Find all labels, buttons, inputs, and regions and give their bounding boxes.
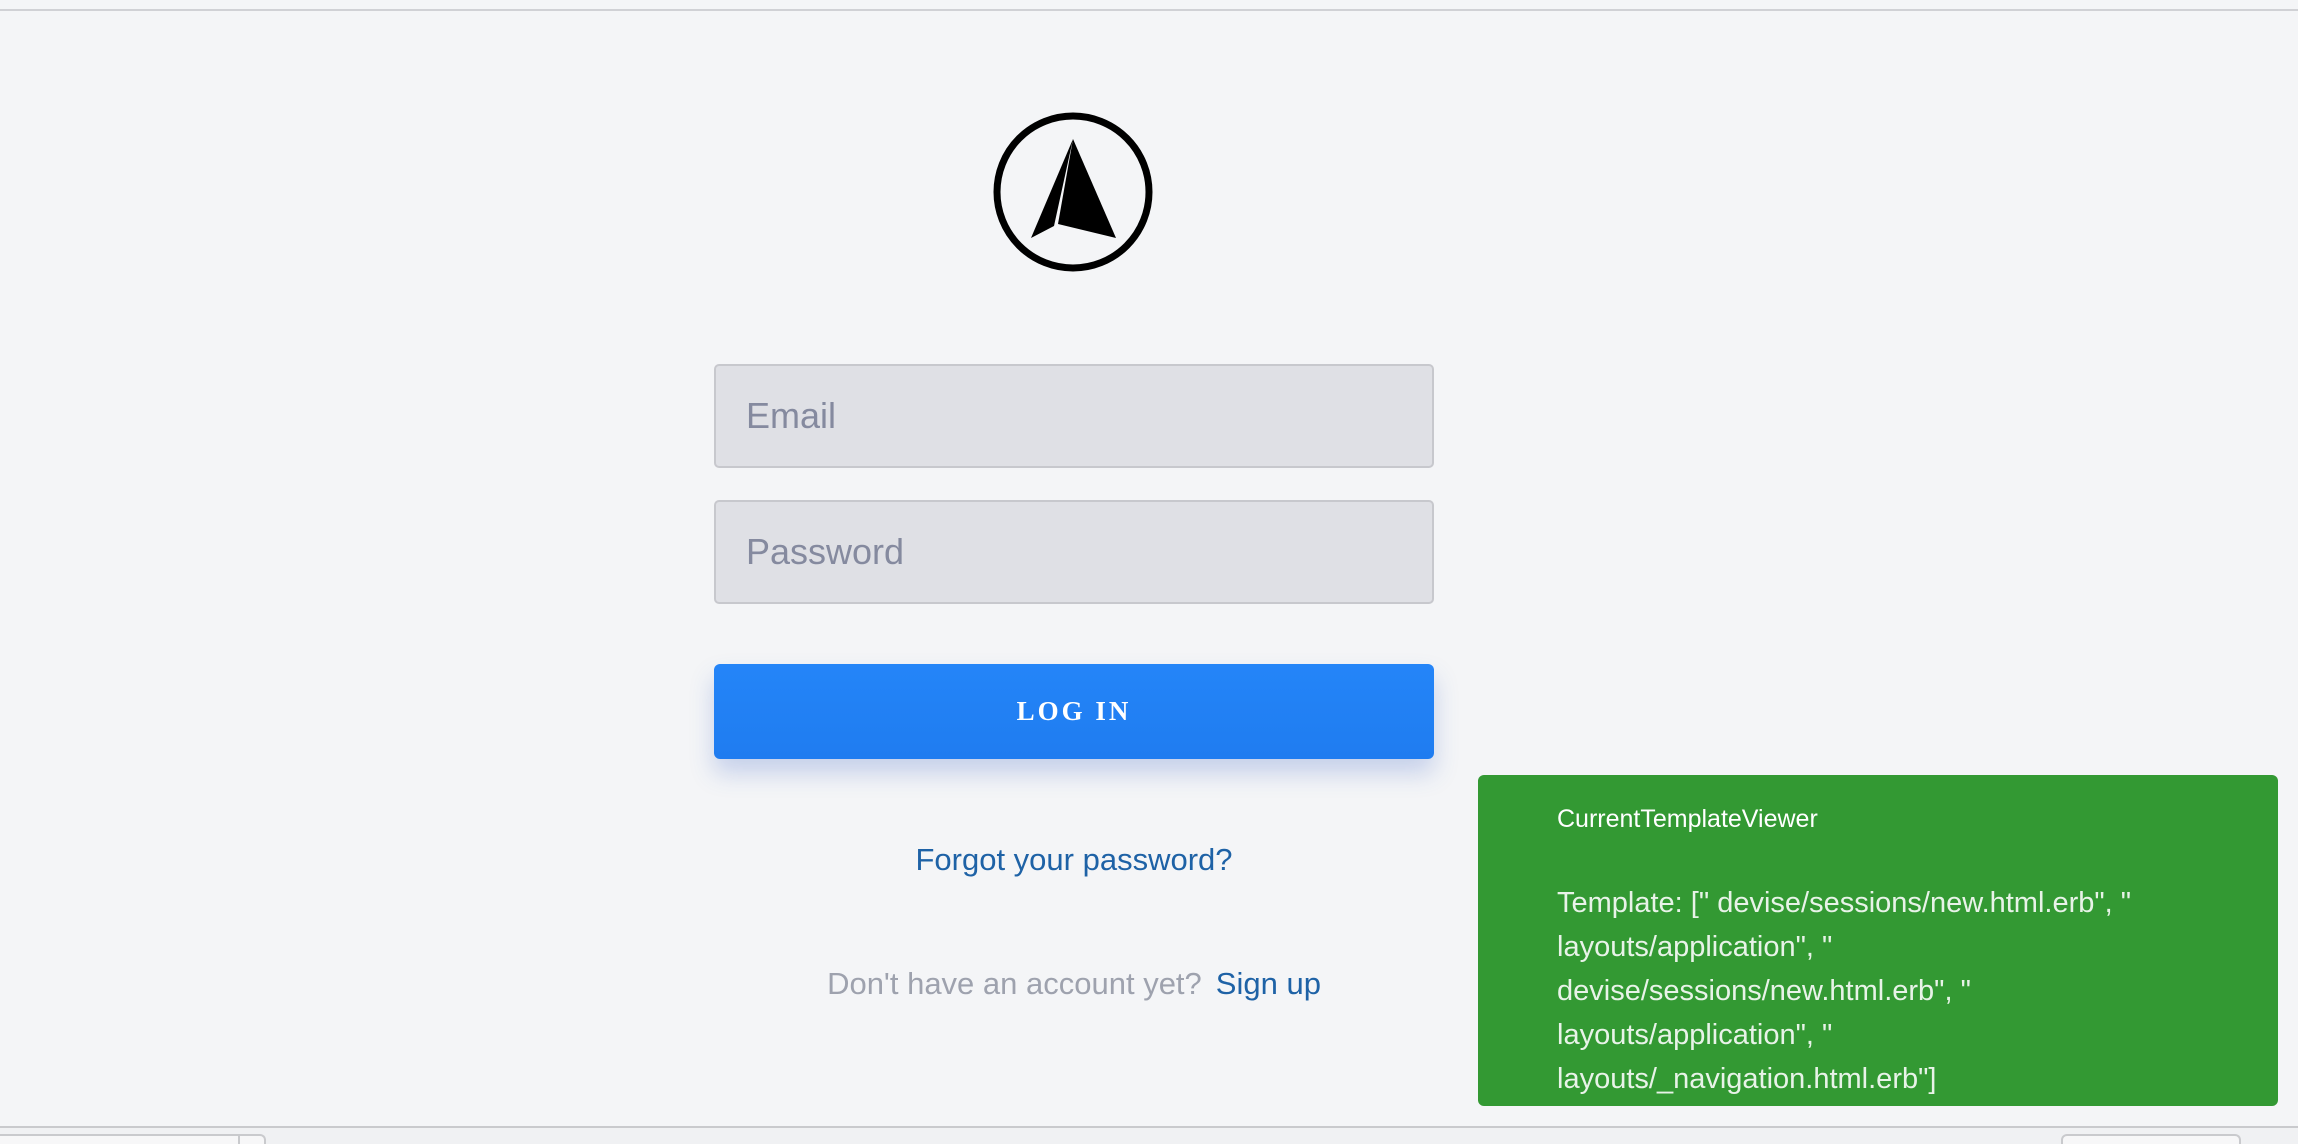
signup-row: Don't have an account yet? Sign up xyxy=(714,966,1434,1002)
bottom-left-tab xyxy=(0,1134,266,1144)
signup-prompt: Don't have an account yet? xyxy=(827,966,1202,1001)
password-field[interactable] xyxy=(714,500,1434,604)
current-template-viewer: CurrentTemplateViewer Template: [" devis… xyxy=(1478,775,2278,1106)
sign-up-link[interactable]: Sign up xyxy=(1216,966,1321,1001)
log-in-button[interactable]: LOG IN xyxy=(714,664,1434,759)
compass-arrow-icon xyxy=(993,112,1153,272)
browser-top-edge xyxy=(0,0,2298,11)
browser-bottom-bar xyxy=(0,1126,2298,1144)
viewer-title: CurrentTemplateViewer xyxy=(1557,805,1818,833)
bottom-left-tab-divider xyxy=(238,1134,240,1144)
viewer-template-list: Template: [" devise/sessions/new.html.er… xyxy=(1557,887,2132,1095)
bottom-right-tab xyxy=(2061,1134,2241,1144)
forgot-password-link[interactable]: Forgot your password? xyxy=(714,842,1434,878)
email-field[interactable] xyxy=(714,364,1434,468)
